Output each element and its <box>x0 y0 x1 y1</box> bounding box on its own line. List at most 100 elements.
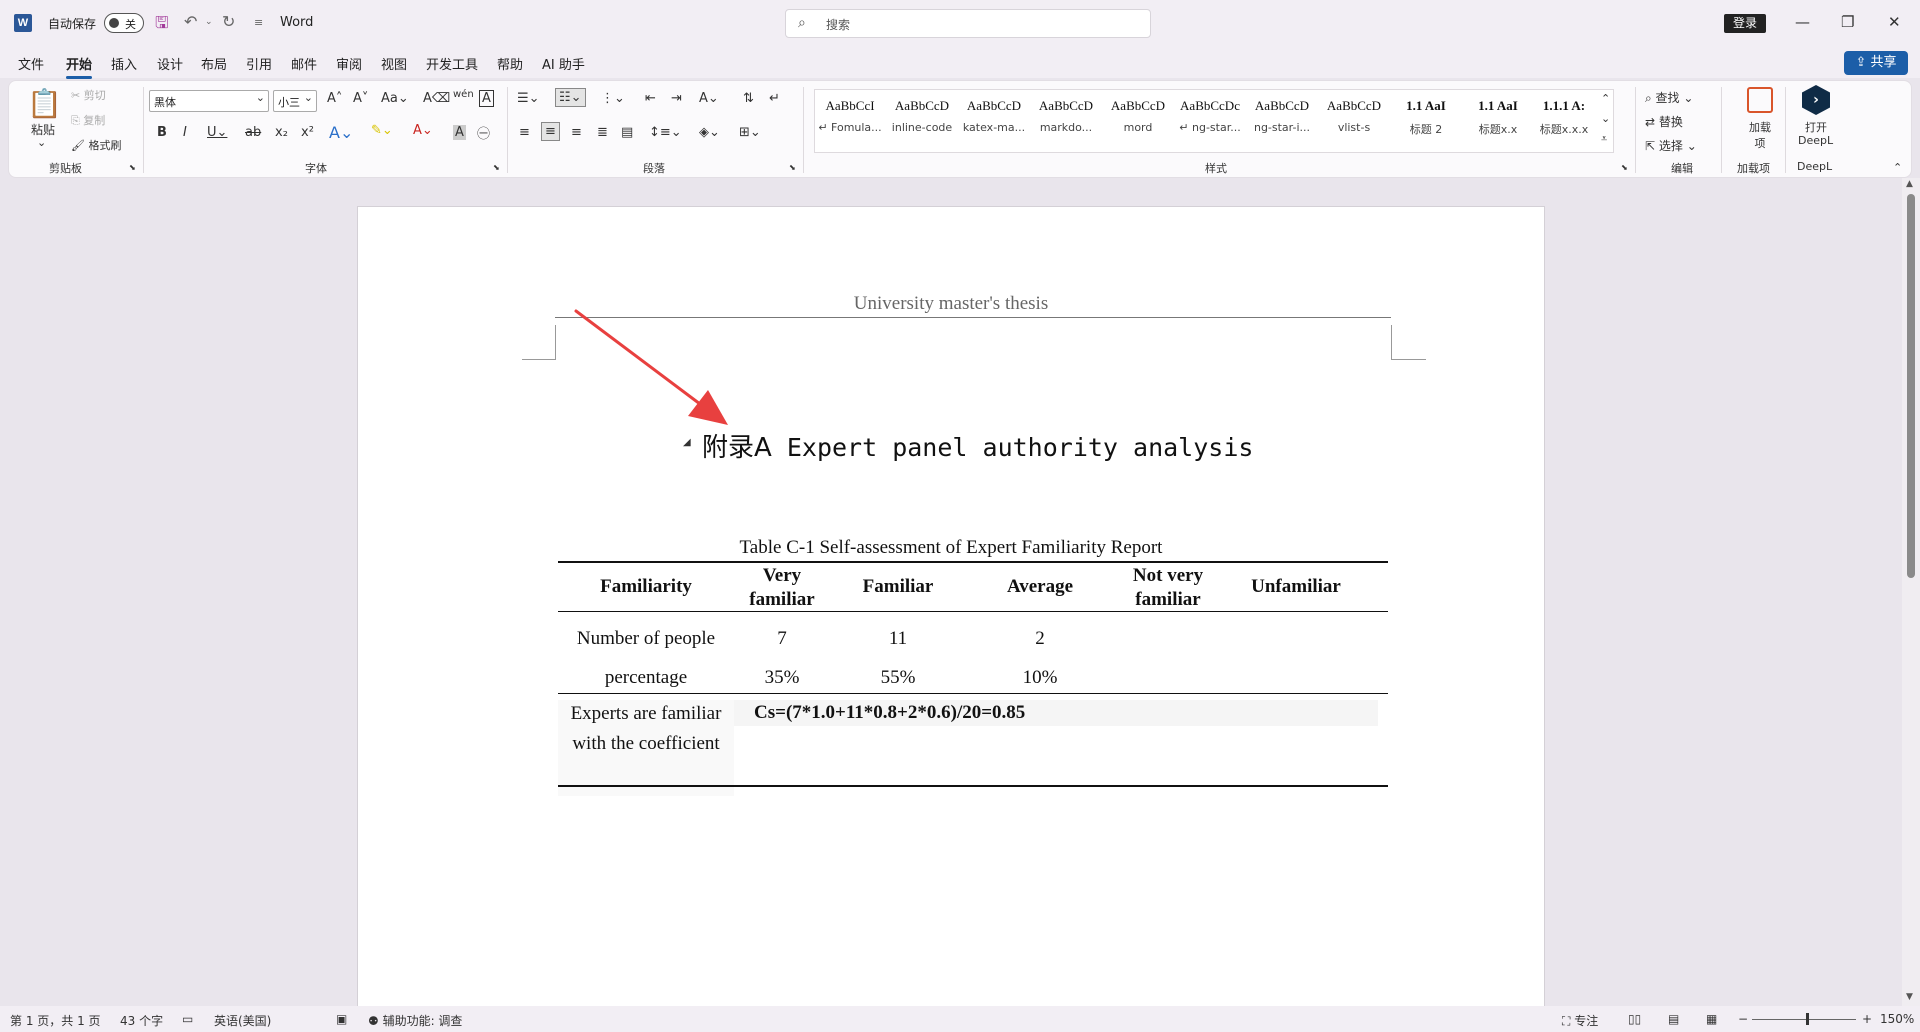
collapse-heading-icon[interactable]: ◢ <box>683 437 691 448</box>
sort-icon[interactable]: ⇅ <box>743 91 754 106</box>
font-name-combo[interactable]: 黑体 <box>149 90 269 112</box>
style-item[interactable]: AaBbCcD inline-code <box>887 98 957 134</box>
multilevel-list-icon[interactable]: ⋮⌄ <box>601 91 625 106</box>
paste-icon[interactable]: 📋 <box>27 87 62 120</box>
line-spacing-icon[interactable]: ↕≡⌄ <box>649 125 682 140</box>
style-item[interactable]: AaBbCcDc ↵ ng-star... <box>1175 98 1245 134</box>
styles-gallery[interactable]: AaBbCcI ↵ Fomula... AaBbCcD inline-code Aa… <box>814 89 1614 153</box>
vertical-scrollbar[interactable]: ▲ ▼ <box>1902 178 1920 1006</box>
align-left-icon[interactable]: ≡ <box>519 125 530 140</box>
change-case-icon[interactable]: Aa⌄ <box>381 91 409 106</box>
scrollbar-thumb[interactable] <box>1907 194 1915 578</box>
zoom-slider[interactable] <box>1752 1019 1856 1020</box>
add-ins-icon[interactable] <box>1747 87 1773 113</box>
borders-icon[interactable]: ⊞⌄ <box>739 125 761 140</box>
macro-icon[interactable]: ▣ <box>336 1012 347 1026</box>
align-center-icon[interactable]: ≡ <box>541 122 560 141</box>
style-item[interactable]: 1.1.1 A: 标题x.x.x <box>1535 98 1593 137</box>
menu-references[interactable]: 引用 <box>246 54 272 73</box>
save-icon[interactable]: 🖫 <box>155 12 169 39</box>
menu-file[interactable]: 文件 <box>18 54 44 73</box>
italic-icon[interactable]: I <box>183 125 187 140</box>
show-formatting-marks-icon[interactable]: ↵ <box>769 91 780 106</box>
shrink-font-icon[interactable]: A˅ <box>353 91 368 106</box>
bold-icon[interactable]: B <box>157 125 167 140</box>
menu-mailings[interactable]: 邮件 <box>291 54 317 73</box>
asian-layout-icon[interactable]: A⌄ <box>699 91 719 106</box>
menu-design[interactable]: 设计 <box>157 54 183 73</box>
deepl-icon[interactable]: › <box>1802 85 1830 115</box>
highlight-icon[interactable]: ✎⌄ <box>371 123 393 138</box>
zoom-slider-thumb[interactable] <box>1806 1013 1809 1025</box>
login-button[interactable]: 登录 <box>1724 14 1766 33</box>
font-size-combo[interactable]: 小三 <box>273 90 317 112</box>
gallery-more-icon[interactable]: ⩡ <box>1601 132 1607 146</box>
web-layout-icon[interactable]: ▦ <box>1706 1012 1717 1026</box>
menu-view[interactable]: 视图 <box>381 54 407 73</box>
format-painter-button[interactable]: 🖌 格式刷 <box>71 137 121 153</box>
style-item[interactable]: AaBbCcD mord <box>1103 98 1173 134</box>
zoom-out-icon[interactable]: − <box>1738 1012 1748 1026</box>
menu-insert[interactable]: 插入 <box>111 54 137 73</box>
clear-formatting-icon[interactable]: A⌫ <box>423 91 450 106</box>
scroll-down-icon[interactable]: ▼ <box>1906 992 1913 1002</box>
character-border-icon[interactable]: A <box>479 90 494 107</box>
read-mode-icon[interactable]: ▯▯ <box>1628 1012 1641 1026</box>
style-item[interactable]: AaBbCcI ↵ Fomula... <box>815 98 885 134</box>
undo-dropdown-icon[interactable]: ⌄ <box>205 17 213 27</box>
scroll-up-icon[interactable]: ▲ <box>1906 179 1913 189</box>
style-item[interactable]: AaBbCcD katex-ma... <box>959 98 1029 134</box>
customize-qat-icon[interactable]: ≡ <box>254 16 263 29</box>
open-deepl-line2[interactable]: DeepL <box>1798 134 1833 147</box>
proofing-icon[interactable]: ▭ <box>182 1012 193 1026</box>
underline-icon[interactable]: U⌄ <box>207 125 227 140</box>
page-count[interactable]: 第 1 页，共 1 页 <box>10 1012 101 1029</box>
menu-layout[interactable]: 布局 <box>201 54 227 73</box>
focus-button[interactable]: ⛶ 专注 <box>1562 1012 1598 1029</box>
superscript-icon[interactable]: x² <box>301 125 314 140</box>
numbering-icon[interactable]: ☷⌄ <box>555 88 586 107</box>
close-icon[interactable]: ✕ <box>1888 13 1901 31</box>
minimize-icon[interactable]: — <box>1795 13 1810 31</box>
share-button[interactable]: ⇪ 共享 <box>1844 51 1908 75</box>
word-count[interactable]: 43 个字 <box>120 1012 163 1029</box>
find-button[interactable]: ⌕ 查找 ⌄ <box>1645 89 1693 106</box>
font-color-icon[interactable]: A⌄ <box>413 123 433 138</box>
replace-button[interactable]: ⇄ 替换 <box>1645 113 1683 130</box>
grow-font-icon[interactable]: A˄ <box>327 91 342 106</box>
redo-icon[interactable]: ↻ <box>222 12 235 31</box>
align-right-icon[interactable]: ≡ <box>571 125 582 140</box>
style-item[interactable]: 1.1 AaI 标题x.x <box>1463 98 1533 137</box>
strikethrough-icon[interactable]: ab <box>245 125 261 140</box>
zoom-level[interactable]: 150% <box>1880 1012 1914 1026</box>
open-deepl-line1[interactable]: 打开 <box>1805 119 1827 135</box>
add-ins-button[interactable]: 加载项 <box>1746 119 1774 151</box>
enclose-characters-icon[interactable]: ㊀ <box>477 123 490 142</box>
language-indicator[interactable]: 英语(美国) <box>214 1012 271 1029</box>
text-effects-icon[interactable]: A⌄ <box>329 123 353 142</box>
menu-home[interactable]: 开始 <box>66 54 92 73</box>
shading-icon[interactable]: ◈⌄ <box>699 125 720 140</box>
search-input[interactable]: ⌕ 搜索 <box>785 9 1151 38</box>
character-shading-icon[interactable]: A <box>453 125 466 140</box>
bullets-icon[interactable]: ☰⌄ <box>517 91 540 106</box>
style-item[interactable]: AaBbCcD vlist-s <box>1319 98 1389 134</box>
style-item[interactable]: 1.1 AaI 标题 2 <box>1391 98 1461 137</box>
accessibility-button[interactable]: ⚉ 辅助功能: 调查 <box>368 1012 462 1029</box>
clipboard-launcher-icon[interactable]: ⬊ <box>129 163 136 172</box>
paste-dropdown-icon[interactable]: ⌄ <box>37 136 46 149</box>
zoom-in-icon[interactable]: + <box>1862 1012 1872 1026</box>
menu-developer[interactable]: 开发工具 <box>426 54 478 73</box>
style-item[interactable]: AaBbCcD ng-star-i... <box>1247 98 1317 134</box>
distributed-icon[interactable]: ▤ <box>621 125 633 140</box>
justify-icon[interactable]: ≣ <box>597 125 608 140</box>
decrease-indent-icon[interactable]: ⇤ <box>645 91 656 106</box>
gallery-down-icon[interactable]: ⌄ <box>1601 112 1610 125</box>
style-item[interactable]: AaBbCcD markdo... <box>1031 98 1101 134</box>
document-page[interactable]: University master's thesis ◢ 附录A Expert … <box>357 206 1545 1006</box>
phonetic-guide-icon[interactable]: wén <box>453 89 474 100</box>
autosave-toggle[interactable]: 关 <box>104 13 144 33</box>
undo-icon[interactable]: ↶ <box>184 12 197 31</box>
styles-launcher-icon[interactable]: ⬊ <box>1621 163 1628 172</box>
font-launcher-icon[interactable]: ⬊ <box>493 163 500 172</box>
